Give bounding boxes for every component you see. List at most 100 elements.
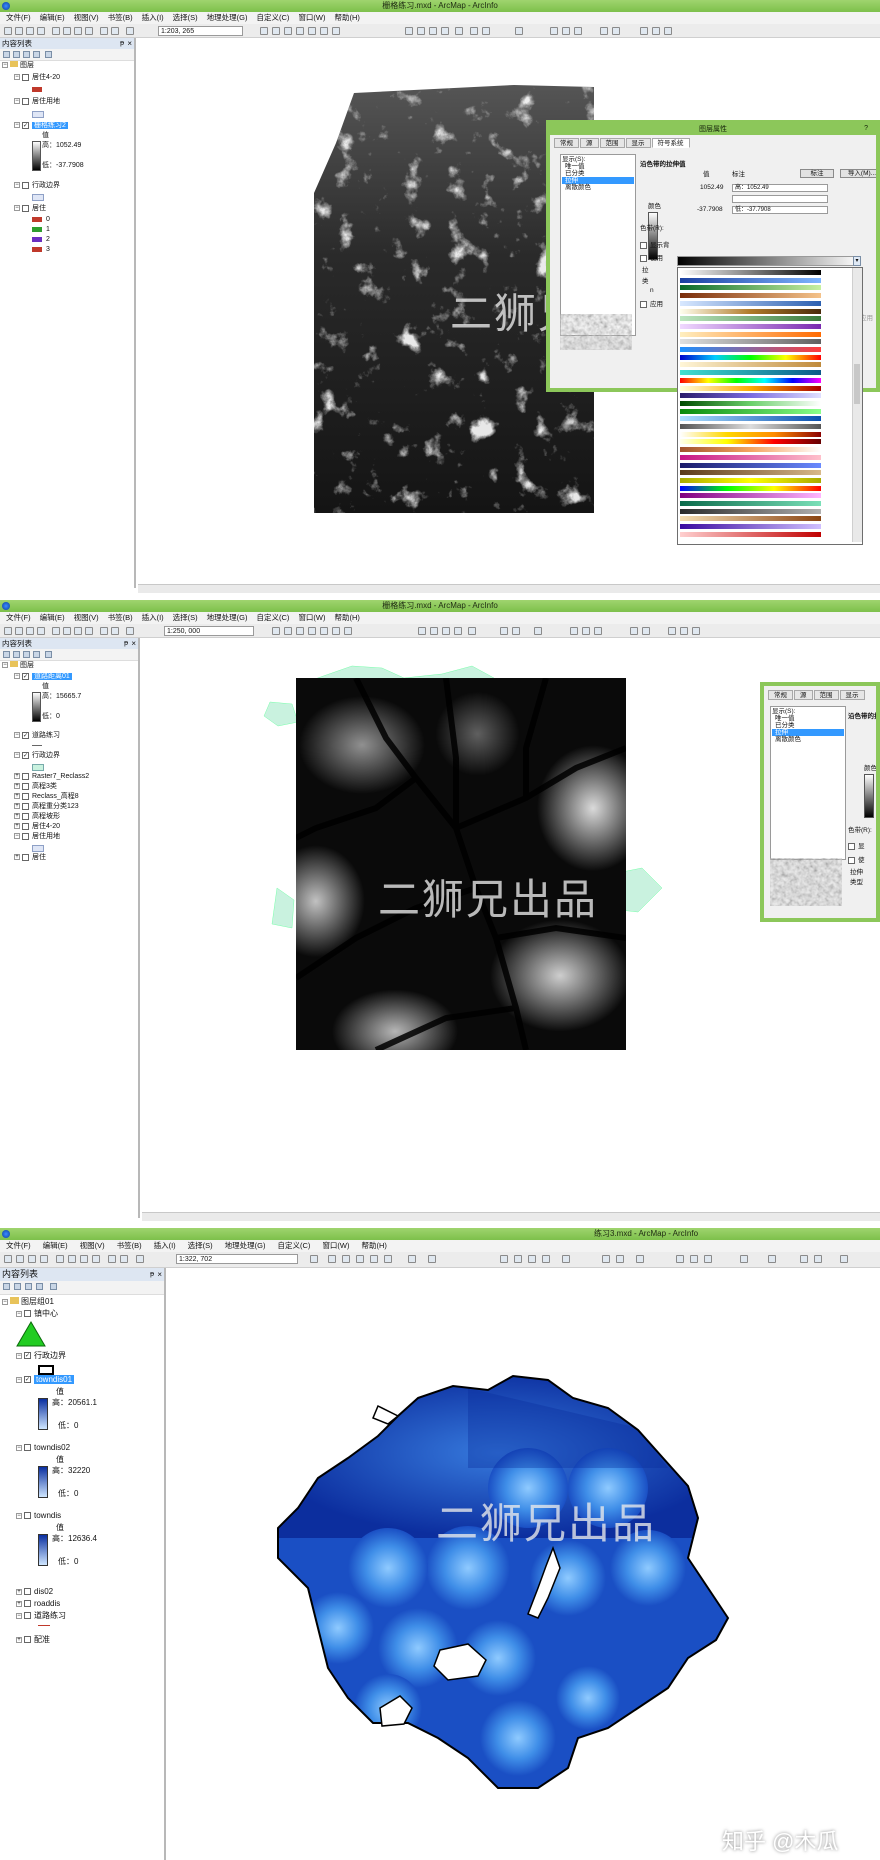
menu-window[interactable]: 窗口(W) xyxy=(322,1240,349,1252)
map-scale-input[interactable]: 1:250, 000 xyxy=(164,626,254,636)
expand-icon[interactable]: + xyxy=(16,1636,22,1643)
menu-selection[interactable]: 选择(S) xyxy=(188,1240,213,1252)
model-icon[interactable] xyxy=(344,627,352,635)
collapse-icon[interactable]: − xyxy=(16,1444,22,1451)
cut-icon[interactable] xyxy=(56,1255,64,1263)
tab-general[interactable]: 常规 xyxy=(554,138,579,148)
color-ramp-option[interactable] xyxy=(680,516,821,522)
help-query-icon[interactable] xyxy=(428,1255,436,1263)
zoom-out-icon[interactable] xyxy=(417,27,425,35)
tab-source[interactable]: 源 xyxy=(794,690,813,700)
option-a[interactable]: 显示背 xyxy=(640,239,670,249)
catalog-icon[interactable] xyxy=(342,1255,350,1263)
help-icon[interactable]: ? xyxy=(864,125,868,132)
checkbox-icon[interactable] xyxy=(22,812,29,820)
map-scale-input[interactable]: 1:203, 265 xyxy=(158,26,243,36)
checkbox-icon[interactable]: ✓ xyxy=(24,1352,31,1360)
toc-layer-9[interactable]: + 居住4-20 xyxy=(14,822,60,832)
print-icon[interactable] xyxy=(40,1255,48,1263)
color-ramp-dropdown[interactable] xyxy=(677,267,863,545)
checkbox-icon[interactable] xyxy=(22,792,29,800)
full-extent-icon[interactable] xyxy=(441,27,449,35)
model-icon[interactable] xyxy=(332,27,340,35)
model-icon[interactable] xyxy=(408,1255,416,1263)
toc-layer-9[interactable]: + 配准 xyxy=(16,1635,50,1645)
option-a[interactable]: 显 xyxy=(848,840,865,850)
search-icon[interactable] xyxy=(308,627,316,635)
menu-bookmarks[interactable]: 书签(B) xyxy=(117,1240,142,1252)
checkbox-icon[interactable]: ✓ xyxy=(22,751,29,759)
color-ramp-option[interactable] xyxy=(680,439,821,445)
checkbox-icon[interactable] xyxy=(22,802,29,810)
fixed-zoom-icon[interactable] xyxy=(455,27,463,35)
fixed-zoom-icon[interactable] xyxy=(468,627,476,635)
toc-layer-2[interactable]: − ✓ 行政边界 xyxy=(16,1351,66,1361)
menu-help[interactable]: 帮助(H) xyxy=(362,1240,387,1252)
editor-icon[interactable] xyxy=(310,1255,318,1263)
checkbox-icon[interactable] xyxy=(640,254,647,262)
open-icon[interactable] xyxy=(16,1255,24,1263)
color-ramp-option[interactable] xyxy=(680,308,821,314)
collapse-icon[interactable]: − xyxy=(16,1512,22,1519)
checkbox-icon[interactable]: ✓ xyxy=(24,1376,31,1384)
expand-icon[interactable]: + xyxy=(14,813,20,820)
save-icon[interactable] xyxy=(28,1255,36,1263)
copy-icon[interactable] xyxy=(63,627,71,635)
toc-layer-5[interactable]: − towndis xyxy=(16,1511,61,1521)
menu-customize[interactable]: 自定义(C) xyxy=(278,1240,311,1252)
open-icon[interactable] xyxy=(15,27,23,35)
list-by-drawing-order-icon[interactable] xyxy=(3,51,10,58)
menu-edit[interactable]: 编辑(E) xyxy=(40,12,65,24)
color-ramp-option[interactable] xyxy=(680,347,821,352)
expand-icon[interactable]: + xyxy=(16,1588,22,1595)
tab-display[interactable]: 显示 xyxy=(625,138,651,148)
color-ramp-option[interactable] xyxy=(680,462,821,468)
paste-icon[interactable] xyxy=(74,627,82,635)
redo-icon[interactable] xyxy=(111,627,119,635)
copy-icon[interactable] xyxy=(63,27,71,35)
close-icon[interactable]: × xyxy=(131,638,136,649)
collapse-icon[interactable]: − xyxy=(14,74,20,81)
collapse-icon[interactable]: − xyxy=(14,205,20,212)
expand-icon[interactable]: + xyxy=(14,783,20,790)
menu-insert[interactable]: 插入(I) xyxy=(142,12,164,24)
checkbox-icon[interactable] xyxy=(22,853,29,861)
identify-icon[interactable] xyxy=(690,1255,698,1263)
toc-layer-2[interactable]: − 居住用地 xyxy=(14,97,60,107)
menu-view[interactable]: 视图(V) xyxy=(74,12,99,24)
zoom-out-icon[interactable] xyxy=(514,1255,522,1263)
list-by-source-icon[interactable] xyxy=(13,651,20,658)
undo-icon[interactable] xyxy=(100,627,108,635)
tab-source[interactable]: 源 xyxy=(580,138,599,148)
menu-view[interactable]: 视图(V) xyxy=(74,612,99,624)
scrollbar-thumb[interactable] xyxy=(854,364,860,404)
back-icon[interactable] xyxy=(602,1255,610,1263)
checkbox-icon[interactable] xyxy=(22,97,29,105)
pan-icon[interactable] xyxy=(528,1255,536,1263)
color-ramp-option[interactable] xyxy=(680,470,821,476)
editor-icon[interactable] xyxy=(260,27,268,35)
list-by-drawing-order-icon[interactable] xyxy=(3,651,10,658)
show-item-unique[interactable]: 唯一值 xyxy=(772,715,844,722)
expand-icon[interactable]: + xyxy=(14,803,20,810)
menu-customize[interactable]: 自定义(C) xyxy=(257,612,290,624)
redo-icon[interactable] xyxy=(111,27,119,35)
color-ramp-option[interactable] xyxy=(680,270,821,275)
menu-customize[interactable]: 自定义(C) xyxy=(257,12,290,24)
list-by-selection-icon[interactable] xyxy=(33,51,40,58)
catalog-icon[interactable] xyxy=(296,627,304,635)
show-item-discrete[interactable]: 离散颜色 xyxy=(562,184,634,191)
toc-layer-10[interactable]: − 居住用地 xyxy=(14,832,60,842)
toc-layer-4[interactable]: − towndis02 xyxy=(16,1443,70,1453)
new-doc-icon[interactable] xyxy=(4,627,12,635)
menu-file[interactable]: 文件(F) xyxy=(6,1240,31,1252)
back-icon[interactable] xyxy=(500,627,508,635)
pin-icon[interactable]: ᵽ xyxy=(150,1268,154,1281)
time-slider-icon[interactable] xyxy=(680,627,688,635)
checkbox-icon[interactable] xyxy=(22,832,29,840)
map-view[interactable]: 二狮兄出品 知乎 @木瓜 xyxy=(168,1268,880,1860)
pan-icon[interactable] xyxy=(442,627,450,635)
forward-icon[interactable] xyxy=(512,627,520,635)
arctoolbox-icon[interactable] xyxy=(308,27,316,35)
list-by-visibility-icon[interactable] xyxy=(25,1283,32,1290)
